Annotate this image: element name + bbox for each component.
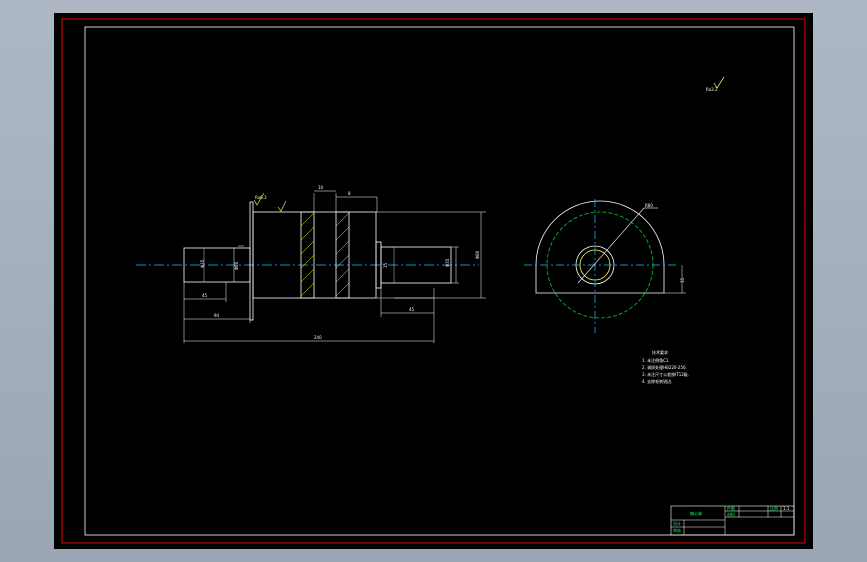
roughness-label-1: Ra6.3 — [255, 195, 267, 200]
outer-border — [61, 18, 806, 544]
title-part-name: 偏心轴 — [690, 510, 702, 516]
notes-title: 技术要求 — [652, 349, 668, 355]
technical-notes: 技术要求 1. 未注倒角C1. 2. 调质处理HB220-250. 3. 未注尺… — [642, 349, 689, 384]
dim-right-length: 45 — [409, 307, 415, 312]
general-roughness-label: Ra3.2 — [706, 87, 718, 92]
title-row-review: 审核 — [673, 527, 681, 533]
dim-body-dia: Φ80 — [475, 250, 480, 259]
radius-leader — [577, 207, 645, 284]
side-dim-label: 15 — [680, 277, 685, 283]
title-scale-value: 1:1 — [783, 506, 790, 511]
note-item-4: 4. 去除毛刺锐边. — [642, 378, 672, 384]
note-item-3: 3. 未注尺寸公差按IT12级. — [642, 371, 689, 377]
title-block: 偏心轴 件数 材料 比例 1:1 设计 审核 — [670, 505, 795, 536]
cad-viewport: Ra6.3 Φ35 Φ60 Φ35 Φ80 15 10 8 45 94 45 2… — [0, 0, 867, 562]
dim-left-step: 45 — [202, 293, 208, 298]
dim-flange-dia: Φ60 — [234, 261, 239, 270]
dim-right-dia: Φ35 — [445, 258, 450, 267]
inner-border — [84, 26, 795, 536]
body — [252, 211, 377, 299]
title-scale-label: 比例 — [770, 505, 778, 511]
dim-key-width-2: 8 — [348, 191, 351, 196]
flange — [249, 201, 254, 321]
side-view: R80 15 — [524, 199, 686, 333]
dim-key-width: 10 — [318, 185, 324, 190]
dimension-lines — [183, 190, 486, 343]
radius-label: R80 — [645, 203, 653, 208]
hatch-lines — [300, 212, 350, 297]
dim-total-length: 240 — [314, 335, 322, 340]
front-view: Ra6.3 Φ35 Φ60 Φ35 Φ80 15 10 8 45 94 45 2… — [136, 185, 486, 343]
title-row-design: 设计 — [673, 520, 681, 526]
general-roughness: Ra3.2 — [706, 76, 725, 92]
title-material-label: 材料 — [727, 511, 735, 517]
dim-right-collar: 15 — [383, 262, 388, 268]
dim-left-length: 94 — [214, 313, 220, 318]
title-qty-label: 件数 — [727, 505, 735, 511]
drawing-canvas: Ra6.3 Φ35 Φ60 Φ35 Φ80 15 10 8 45 94 45 2… — [61, 18, 806, 544]
note-item-2: 2. 调质处理HB220-250. — [642, 364, 687, 370]
drawing-sheet: Ra6.3 Φ35 Φ60 Φ35 Φ80 15 10 8 45 94 45 2… — [54, 13, 813, 549]
note-item-1: 1. 未注倒角C1. — [642, 357, 670, 363]
dim-left-dia: Φ35 — [200, 259, 205, 268]
